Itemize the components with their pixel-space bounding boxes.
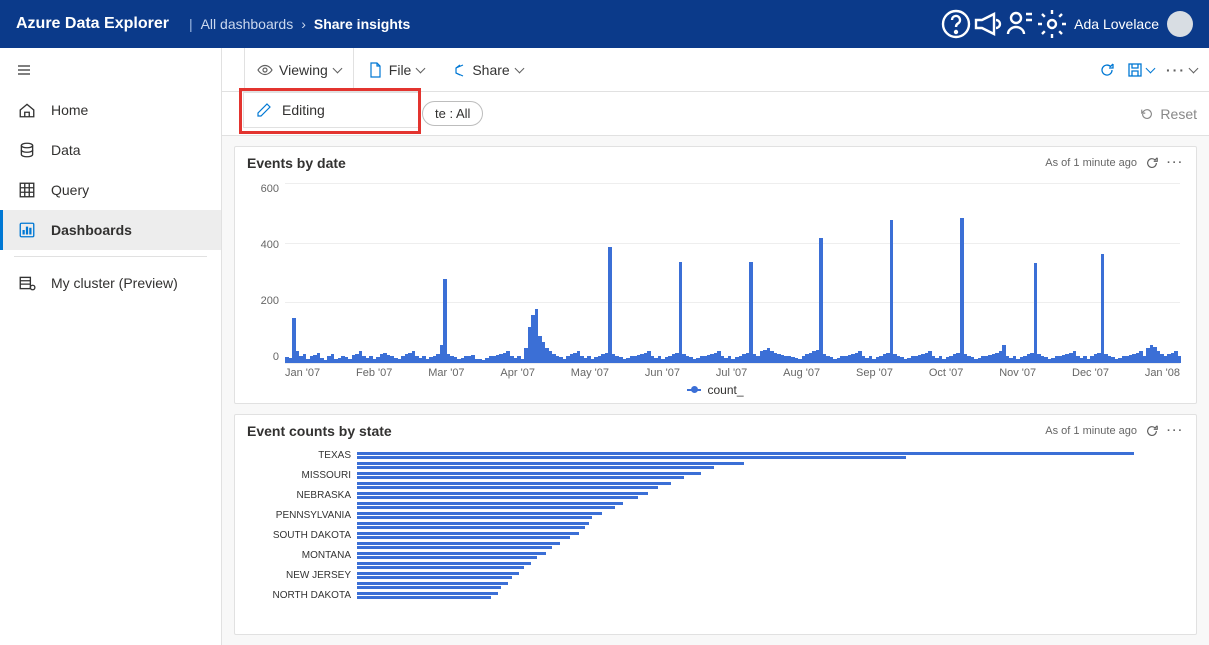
- reset-icon: [1140, 107, 1154, 121]
- home-icon: [17, 101, 37, 119]
- state-row: MONTANA: [247, 551, 1184, 560]
- chart1-xaxis: Jan '07Feb '07Mar '07Apr '07May '07Jun '…: [285, 367, 1180, 379]
- nav-dashboards[interactable]: Dashboards: [0, 210, 221, 250]
- top-header: Azure Data Explorer | All dashboards › S…: [0, 0, 1209, 48]
- state-row: [247, 581, 1184, 590]
- card2-asof: As of 1 minute ago: [1045, 425, 1137, 437]
- user-avatar[interactable]: [1167, 11, 1193, 37]
- pencil-icon: [256, 102, 272, 118]
- viewing-mode-dropdown[interactable]: Viewing: [244, 48, 354, 92]
- main-content: Viewing File Share ··· Editing: [222, 48, 1209, 645]
- state-row: [247, 461, 1184, 470]
- refresh-icon[interactable]: [1145, 424, 1159, 438]
- viewing-label: Viewing: [279, 62, 328, 78]
- sidebar: Home Data Query Dashboards My cluster (P…: [0, 48, 222, 645]
- state-row: TEXAS: [247, 451, 1184, 460]
- nav-query-label: Query: [51, 182, 89, 198]
- chart-events-by-date: 600 400 200 0 Jan '07Feb '07Mar '07Apr '…: [247, 183, 1184, 393]
- state-row: SOUTH DAKOTA: [247, 531, 1184, 540]
- nav-dashboards-label: Dashboards: [51, 222, 132, 238]
- chevron-down-icon: [416, 64, 426, 74]
- database-icon: [17, 141, 37, 159]
- editing-label: Editing: [282, 102, 325, 118]
- mode-editing-option[interactable]: Editing: [243, 92, 420, 128]
- state-row: [247, 501, 1184, 510]
- nav-mycluster-label: My cluster (Preview): [51, 275, 178, 291]
- user-name[interactable]: Ada Lovelace: [1074, 16, 1159, 32]
- card1-title: Events by date: [247, 155, 346, 171]
- refresh-button[interactable]: [1099, 62, 1115, 78]
- share-label: Share: [472, 62, 509, 78]
- legend-marker-icon: [687, 389, 701, 391]
- nav-data-label: Data: [51, 142, 81, 158]
- card-event-counts-by-state: Event counts by state As of 1 minute ago…: [234, 414, 1197, 635]
- feedback-icon[interactable]: [1004, 8, 1036, 40]
- state-row: PENNSYLVANIA: [247, 511, 1184, 520]
- chevron-down-icon: [514, 64, 524, 74]
- chart1-yaxis: 600 400 200 0: [247, 183, 283, 363]
- chart1-legend: count_: [247, 383, 1184, 397]
- nav-home-label: Home: [51, 102, 88, 118]
- toolbar: Viewing File Share ···: [222, 48, 1209, 92]
- card2-title: Event counts by state: [247, 423, 392, 439]
- file-menu[interactable]: File: [354, 48, 438, 92]
- nav-data[interactable]: Data: [0, 130, 221, 170]
- share-icon: [450, 62, 466, 78]
- share-menu[interactable]: Share: [437, 48, 535, 92]
- more-menu[interactable]: ···: [1166, 62, 1197, 78]
- state-row: [247, 561, 1184, 570]
- nav-query[interactable]: Query: [0, 170, 221, 210]
- card2-more-icon[interactable]: ···: [1167, 425, 1184, 437]
- chart-event-counts-by-state: TEXAS MISSOURI NEBRASKA PENNSYLVANIA SOUTH D…: [247, 451, 1184, 601]
- nav-home[interactable]: Home: [0, 90, 221, 130]
- grid-icon: [17, 181, 37, 199]
- state-row: NEBRASKA: [247, 491, 1184, 500]
- state-row: [247, 521, 1184, 530]
- refresh-icon[interactable]: [1145, 156, 1159, 170]
- hamburger-menu[interactable]: [0, 50, 221, 90]
- state-row: NORTH DAKOTA: [247, 591, 1184, 600]
- file-label: File: [389, 62, 412, 78]
- nav-mycluster[interactable]: My cluster (Preview): [0, 263, 221, 303]
- save-button[interactable]: [1127, 62, 1154, 78]
- file-icon: [367, 62, 383, 78]
- eye-icon: [257, 62, 273, 78]
- brand-separator: |: [189, 16, 193, 32]
- state-row: MISSOURI: [247, 471, 1184, 480]
- state-filter-pill[interactable]: te : All: [422, 101, 483, 126]
- dashboard-icon: [17, 221, 37, 239]
- settings-gear-icon[interactable]: [1036, 8, 1068, 40]
- reset-button[interactable]: Reset: [1140, 106, 1197, 122]
- breadcrumb-root[interactable]: All dashboards: [201, 16, 294, 32]
- breadcrumb-current[interactable]: Share insights: [314, 16, 410, 32]
- card-events-by-date: Events by date As of 1 minute ago ··· 60…: [234, 146, 1197, 404]
- chevron-down-icon: [332, 64, 342, 74]
- help-icon[interactable]: [940, 8, 972, 40]
- chevron-right-icon: ›: [301, 16, 306, 32]
- card1-more-icon[interactable]: ···: [1167, 157, 1184, 169]
- megaphone-icon[interactable]: [972, 8, 1004, 40]
- state-row: [247, 541, 1184, 550]
- sidebar-divider: [14, 256, 207, 257]
- brand-title: Azure Data Explorer: [16, 15, 169, 33]
- cluster-icon: [17, 274, 37, 292]
- card1-asof: As of 1 minute ago: [1045, 157, 1137, 169]
- state-row: [247, 481, 1184, 490]
- state-row: NEW JERSEY: [247, 571, 1184, 580]
